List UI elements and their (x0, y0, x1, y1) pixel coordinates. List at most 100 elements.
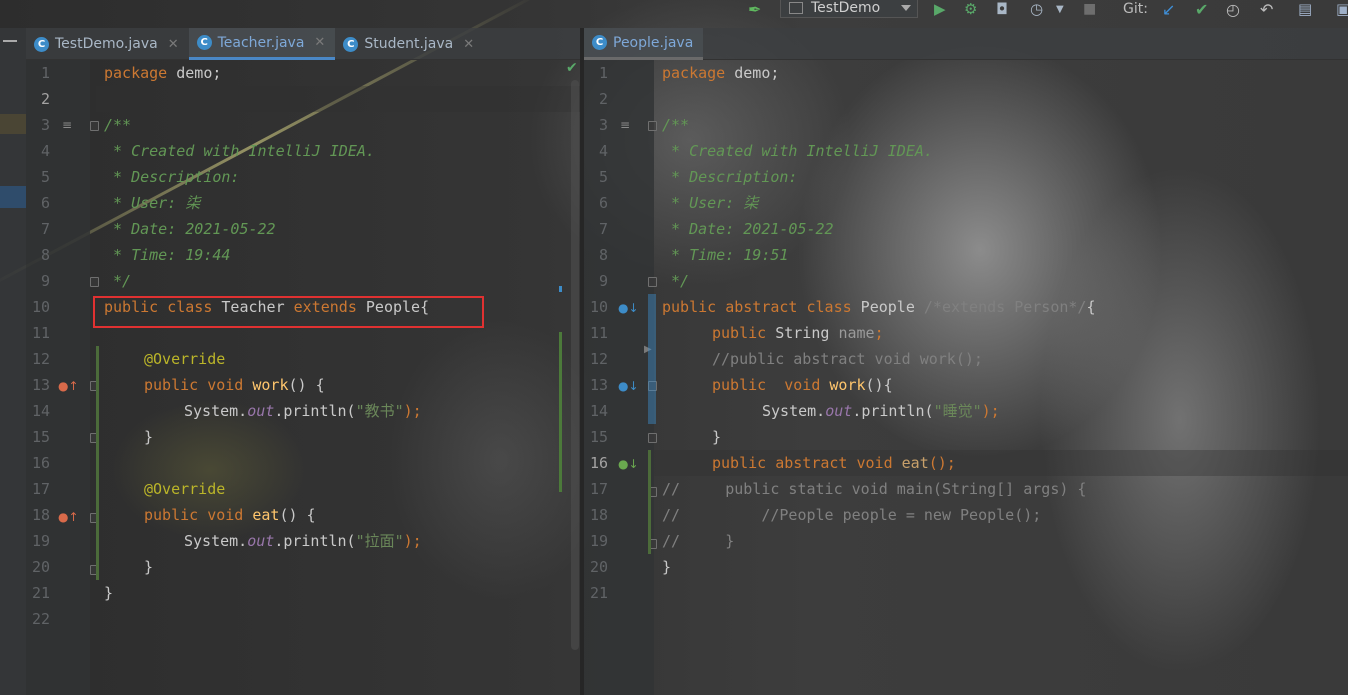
doc-comment: */ (662, 272, 690, 290)
tab-label: People.java (613, 34, 694, 51)
line-number: 3 (40, 116, 50, 134)
debug-icon[interactable]: ⚙ (964, 0, 977, 18)
line-number: 3 (598, 116, 608, 134)
line-number: 7 (40, 220, 50, 238)
line-number: 2 (40, 90, 50, 108)
line-number: 20 (31, 558, 50, 576)
code-text: .println( (852, 402, 934, 420)
line-number: 5 (40, 168, 50, 186)
code-line: package demo; (104, 60, 221, 86)
code-text: (){ (865, 376, 893, 394)
doc-comment: * User: 柒 (104, 194, 201, 212)
override-up-icon[interactable]: ●↑ (58, 510, 79, 524)
fold-icon[interactable] (90, 121, 99, 131)
tab-teacher[interactable]: C Teacher.java ✕ (188, 28, 336, 60)
doc-comment: * Time: 19:51 (662, 246, 789, 264)
tab-testdemo[interactable]: C TestDemo.java ✕ (26, 28, 189, 60)
close-icon[interactable]: ✕ (463, 37, 474, 52)
build-hammer-icon[interactable]: ✒ (748, 0, 761, 19)
code-text: ); (403, 532, 422, 550)
tab-label: Teacher.java (217, 34, 305, 51)
highlight-box (93, 296, 484, 328)
stop-icon[interactable]: ■ (1083, 0, 1096, 18)
java-class-icon: C (343, 36, 359, 52)
main-toolbar: ✒ TestDemo ▶ ⚙ ◘ ◷ ▼ ■ Git: ↙ ✔ ◴ ↶ ▤ ▣ (0, 0, 1348, 20)
code-line: System.out.println("教书"); (184, 398, 422, 424)
line-number: 13 (589, 376, 608, 394)
line-number: 1 (40, 64, 50, 82)
code-text: ; (874, 324, 884, 342)
line-number: 17 (589, 480, 608, 498)
line-comment: // } (662, 532, 735, 550)
keyword: public void (144, 376, 244, 394)
doc-comment: * Created with IntelliJ IDEA. (662, 142, 933, 160)
collapse-icon[interactable] (3, 40, 17, 42)
doc-comment: * Time: 19:44 (104, 246, 231, 264)
coverage-icon[interactable]: ◘ (996, 0, 1008, 18)
right-editor[interactable]: 1 2 3 4 5 6 7 8 9 10 11 12 13 14 15 16 1… (584, 60, 1348, 695)
code-line: } (144, 558, 154, 576)
line-number: 12 (589, 350, 608, 368)
git-update-icon[interactable]: ↙ (1162, 0, 1175, 19)
static-field: out (247, 402, 275, 420)
override-up-icon[interactable]: ●↑ (58, 379, 79, 393)
static-field: out (247, 532, 275, 550)
line-number: 21 (589, 584, 608, 602)
tab-people[interactable]: C People.java (584, 28, 704, 60)
profile-icon[interactable]: ◷ (1030, 0, 1043, 18)
code-line: public void work(){ (712, 372, 893, 398)
fold-icon[interactable] (90, 277, 99, 287)
string-literal: "睡觉" (933, 402, 982, 420)
settings-icon[interactable]: ▣ (1336, 0, 1348, 18)
line-number: 4 (40, 142, 50, 160)
project-structure-icon[interactable]: ▤ (1298, 0, 1312, 18)
doc-comment: * Description: (662, 168, 798, 186)
line-number: 6 (40, 194, 50, 212)
fold-icon[interactable] (648, 121, 657, 131)
string-literal: "教书" (355, 402, 404, 420)
keyword: public abstract void (712, 454, 893, 472)
line-number: 6 (598, 194, 608, 212)
code-line: } (662, 558, 672, 576)
fold-icon[interactable] (648, 277, 657, 287)
run-icon[interactable]: ▶ (934, 0, 946, 18)
implemented-down-icon[interactable]: ●↓ (618, 301, 639, 315)
type-name: String (766, 324, 839, 342)
git-history-icon[interactable]: ◴ (1226, 0, 1240, 19)
doc-render-icon[interactable]: ≡ (62, 118, 72, 132)
code-line: public String name; (712, 320, 884, 346)
line-number: 18 (589, 506, 608, 524)
code-text: .println( (274, 402, 356, 420)
doc-render-icon[interactable]: ≡ (620, 118, 630, 132)
close-icon[interactable]: ✕ (168, 37, 179, 52)
code-text: ); (403, 402, 422, 420)
code-text: ); (981, 402, 1000, 420)
git-rollback-icon[interactable]: ↶ (1260, 0, 1273, 19)
left-editor[interactable]: 1 2 3 4 5 6 7 8 9 10 11 12 13 14 15 16 1… (26, 60, 580, 695)
line-number: 22 (31, 610, 50, 628)
code-text: System. (184, 532, 248, 550)
doc-comment: * Date: 2021-05-22 (104, 220, 276, 238)
implemented-down-icon[interactable]: ●↓ (618, 457, 639, 471)
implemented-down-icon[interactable]: ●↓ (618, 379, 639, 393)
code-line: System.out.println("睡觉"); (762, 398, 1000, 424)
code-line: System.out.println("拉面"); (184, 528, 422, 554)
line-number: 9 (598, 272, 608, 290)
doc-comment: * Date: 2021-05-22 (662, 220, 834, 238)
code-text: demo; (725, 64, 780, 82)
run-configuration-select[interactable]: TestDemo (780, 0, 918, 18)
line-number: 15 (589, 428, 608, 446)
close-icon[interactable]: ✕ (314, 35, 325, 50)
git-commit-icon[interactable]: ✔ (1195, 0, 1208, 19)
tab-student[interactable]: C Student.java ✕ (335, 28, 484, 60)
keyword: public (712, 324, 767, 342)
line-number: 9 (40, 272, 50, 290)
code-text: () { (279, 506, 316, 524)
code-line: } (144, 428, 154, 446)
right-editor-tabs: C People.java (584, 28, 1348, 60)
no-problems-check-icon[interactable]: ✔ (566, 60, 578, 76)
fold-icon[interactable] (648, 433, 657, 443)
doc-comment: /** (104, 116, 132, 134)
more-run-chevron-icon[interactable]: ▼ (1056, 0, 1064, 18)
doc-comment: * User: 柒 (662, 194, 759, 212)
